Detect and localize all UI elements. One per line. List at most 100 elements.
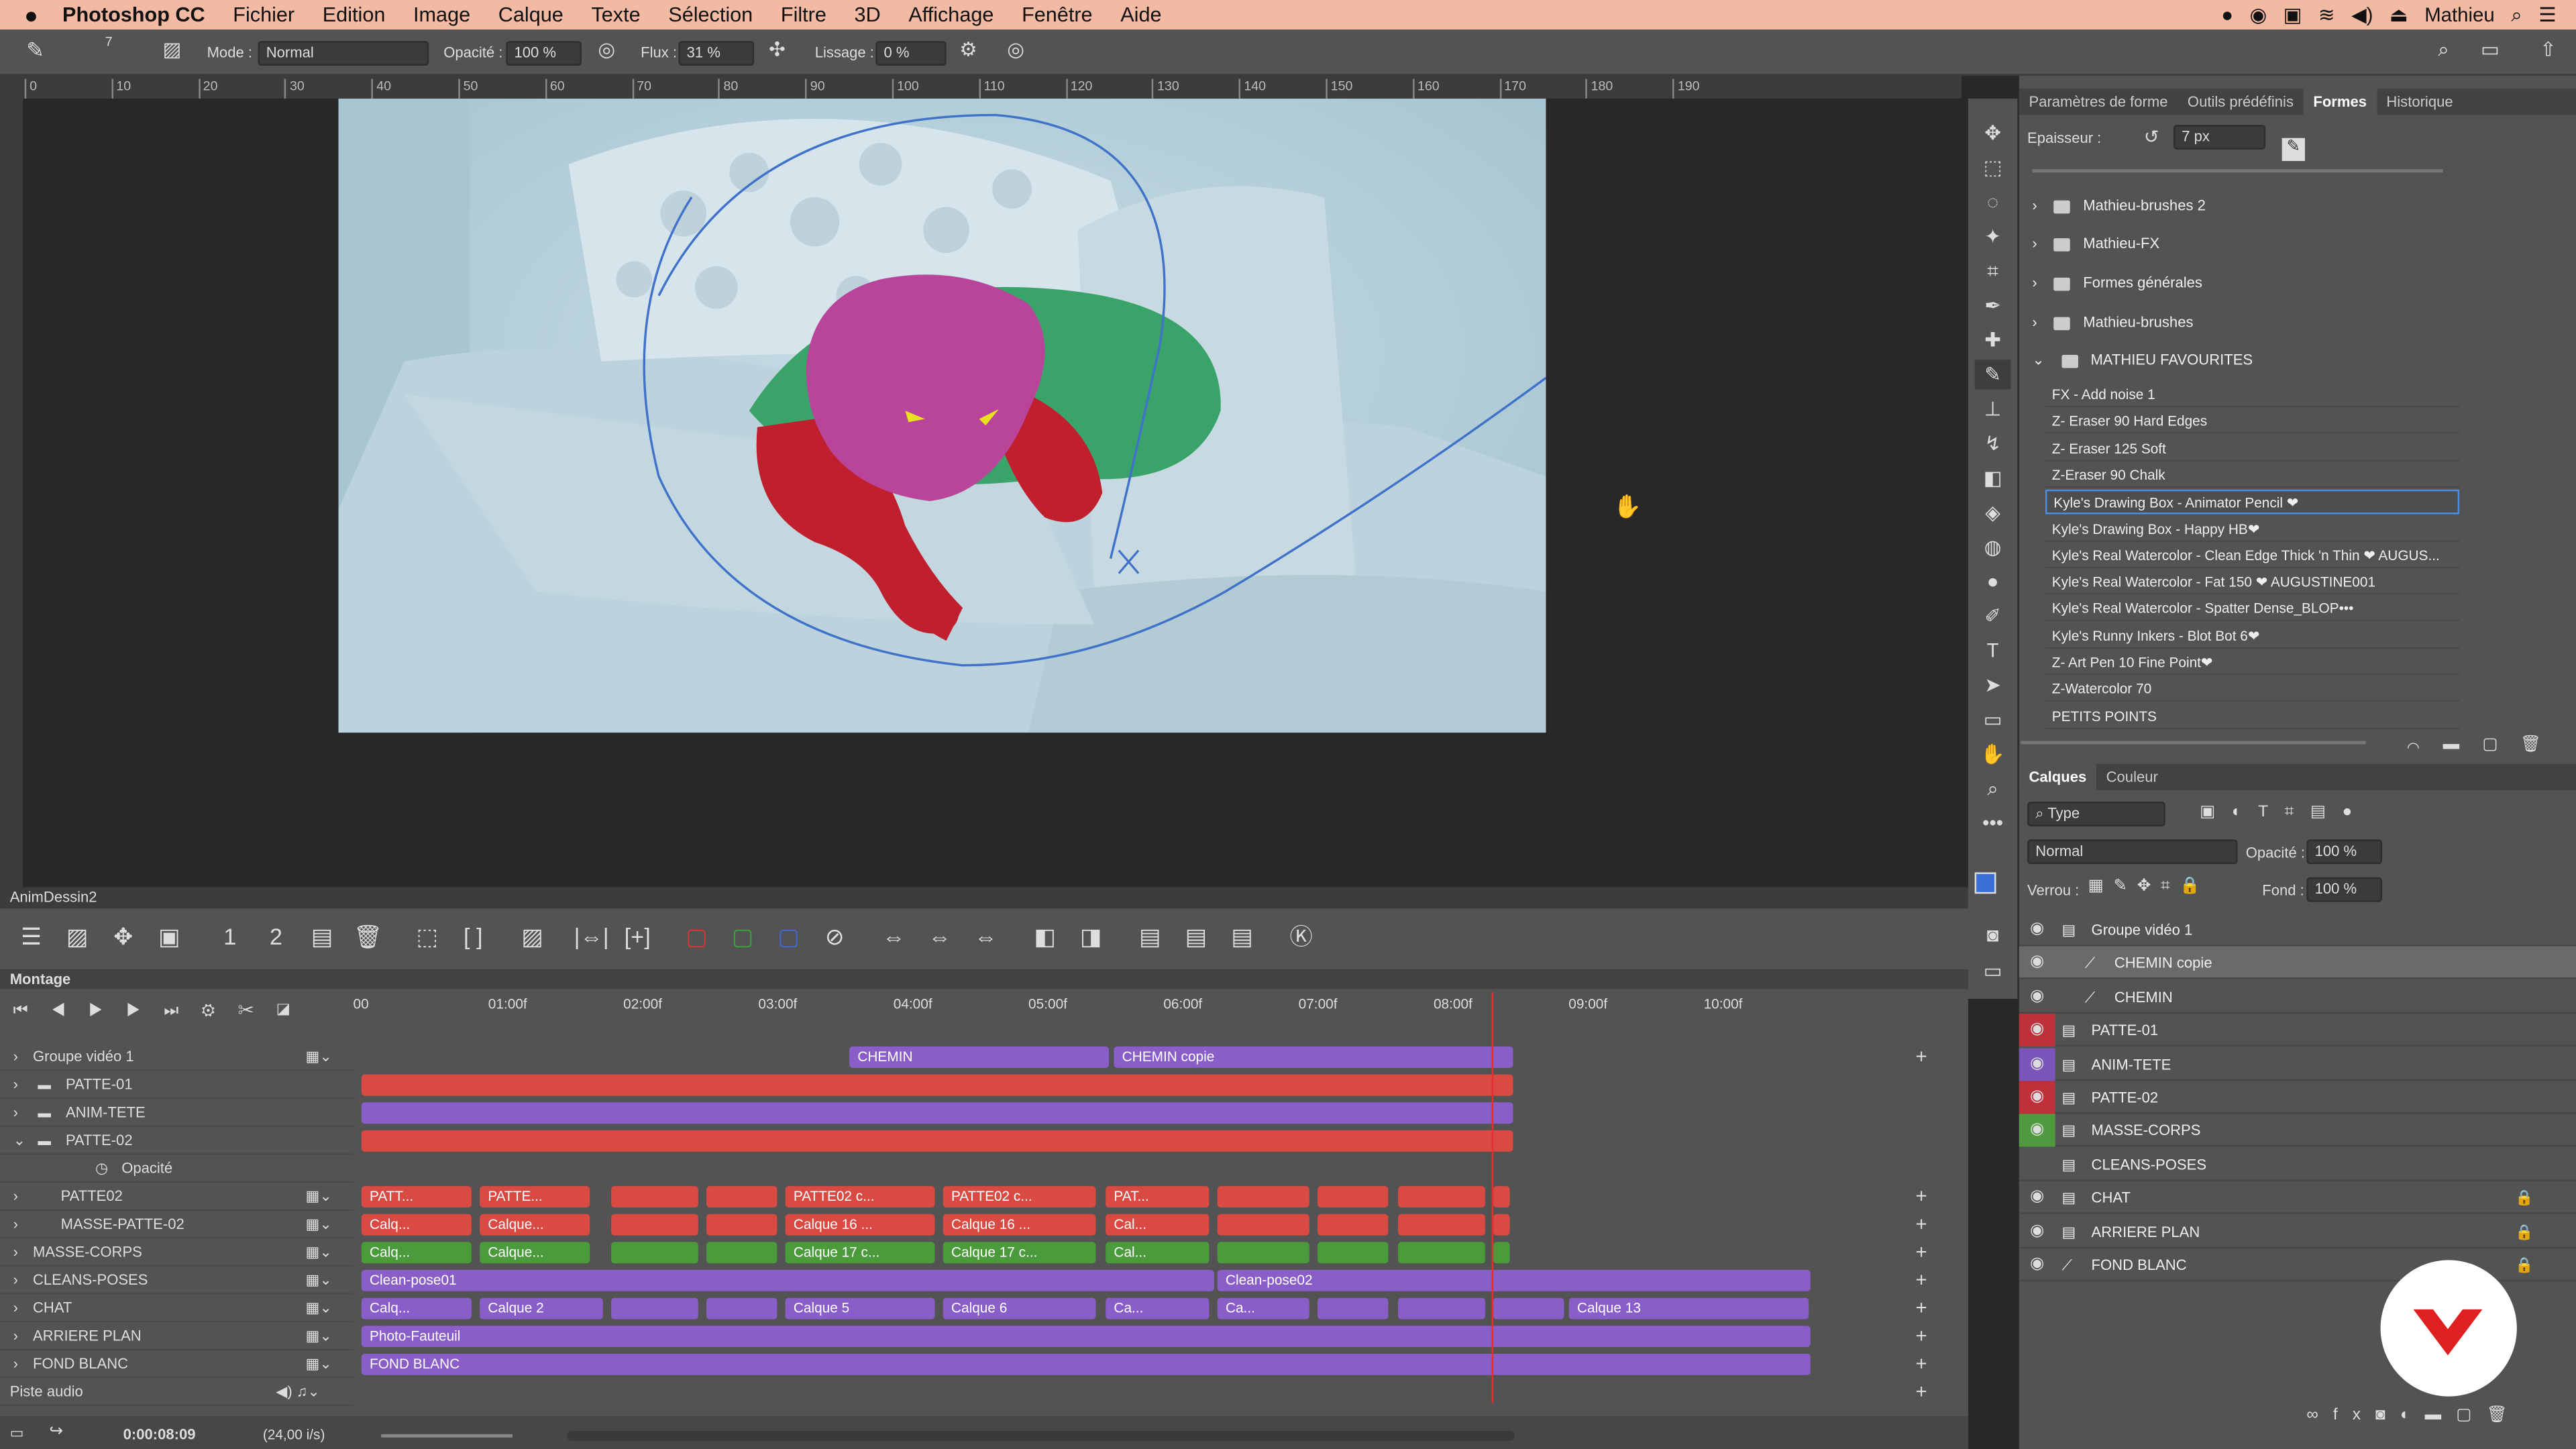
history-brush-icon[interactable]: ↯ [1975, 429, 2011, 458]
wifi-icon[interactable]: ≋ [2318, 3, 2335, 26]
brush-preset-item[interactable]: Kyle's Real Watercolor - Clean Edge Thic… [2045, 543, 2460, 568]
chevron-right-icon[interactable]: › [13, 1267, 18, 1295]
layer-row[interactable]: ◉ ▤ ANIM-TETE [2019, 1047, 2576, 1081]
chevron-right-icon[interactable]: › [13, 1350, 18, 1379]
brush-preset-item[interactable]: FX - Add noise 1 [2045, 383, 2460, 408]
add-icon[interactable]: + [1916, 1322, 1927, 1350]
chevron-right-icon[interactable]: › [13, 1211, 18, 1239]
brush-preset-item[interactable]: Kyle's Drawing Box - Animator Pencil ❤ [2045, 490, 2460, 515]
frame-clip[interactable] [1318, 1242, 1389, 1264]
frame-clip[interactable]: Calq... [361, 1242, 472, 1264]
blend-mode-select[interactable]: Normal [2027, 839, 2238, 865]
visibility-eye-icon[interactable]: ◉ [2019, 981, 2055, 1014]
document-canvas[interactable] [338, 98, 1546, 733]
menu-selection[interactable]: Sélection [668, 3, 753, 26]
apple-icon[interactable]: ● [0, 1, 62, 28]
layer-row[interactable]: ◉ ▤ MASSE-CORPS [2019, 1114, 2576, 1148]
time-ruler[interactable]: 00 01:00f 02:00f 03:00f 04:00f 05:00f 06:00f 07… [353, 992, 1906, 1019]
brush-folder[interactable]: › Mathieu-brushes [2032, 304, 2558, 340]
chevron-right-icon[interactable]: › [13, 1183, 18, 1211]
frame-clip[interactable] [1493, 1242, 1510, 1264]
preview-slider[interactable] [2021, 741, 2366, 745]
timeline-track[interactable]: › CLEANS-POSES ▦⌄ + [0, 1267, 1927, 1295]
timeline-tool-icon[interactable]: ⇔ [967, 920, 1004, 953]
timeline-tool-icon[interactable]: ⇔ [922, 920, 958, 953]
brush-size[interactable]: 7 [105, 34, 113, 49]
add-icon[interactable]: + [1916, 1239, 1927, 1267]
status-icon[interactable]: ◉ [2249, 3, 2267, 26]
clip-clean-pose01[interactable]: Clean-pose01 [361, 1270, 1214, 1291]
timeline-track[interactable]: › PATTE02 ▦⌄ + [0, 1183, 1927, 1211]
menu-filtre[interactable]: Filtre [781, 3, 826, 26]
visibility-eye-icon[interactable] [2019, 1148, 2055, 1181]
search-icon[interactable]: ⌕ [2511, 3, 2522, 28]
shape-tool-icon[interactable]: ▭ [1975, 705, 2011, 735]
frame-clip[interactable] [1318, 1186, 1389, 1208]
chevron-down-icon[interactable]: ⌄ [13, 1127, 25, 1155]
visibility-eye-icon[interactable]: ◉ [2019, 1181, 2055, 1214]
clip-photo-fauteuil[interactable]: Photo-Fauteuil [361, 1326, 1811, 1348]
user-name[interactable]: Mathieu [2424, 3, 2495, 26]
type-tool-icon[interactable]: T [1975, 636, 2011, 665]
timeline-tool-icon[interactable]: [+] [619, 920, 655, 953]
clip-fond-blanc[interactable]: FOND BLANC [361, 1353, 1811, 1375]
stamp-tool-icon[interactable]: ⊥ [1975, 394, 2011, 424]
layer-row[interactable]: ◉ ▤ Groupe vidéo 1 [2019, 914, 2576, 947]
chevron-right-icon[interactable]: › [13, 1239, 18, 1267]
frame-clip[interactable] [611, 1186, 698, 1208]
tab-tool-presets[interactable]: Outils prédéfinis [2178, 89, 2303, 115]
film-icon[interactable]: ▦⌄ [306, 1043, 332, 1071]
frame-clip[interactable] [706, 1297, 777, 1320]
crop-tool-icon[interactable]: ⌗ [1975, 256, 2011, 286]
playback-controls[interactable]: ⏮◀▶▶⏭⚙✂◪ [13, 1002, 313, 1020]
status-icon[interactable]: ▣ [2284, 3, 2302, 26]
layer-row[interactable]: ◉ ▤ PATTE-01 [2019, 1014, 2576, 1047]
visibility-eye-icon[interactable]: ◉ [2019, 947, 2055, 980]
timeline-tool-icon[interactable]: ▤ [1178, 920, 1214, 953]
frame-clip[interactable]: Calque 16 ... [943, 1214, 1096, 1236]
film-icon[interactable]: ▦⌄ [306, 1211, 332, 1239]
pen-tool-icon[interactable]: ✐ [1975, 601, 2011, 631]
menu-image[interactable]: Image [413, 3, 470, 26]
hand-tool-icon[interactable]: ✋ [1975, 739, 2011, 769]
frame-clip[interactable]: Cal... [1106, 1242, 1210, 1264]
visibility-eye-icon[interactable]: ◉ [2019, 1014, 2055, 1047]
new-brush-icon[interactable]: ▢ [2482, 736, 2498, 754]
folder-icon[interactable]: ▬ [2443, 736, 2459, 754]
reset-icon[interactable]: ↺ [2144, 127, 2159, 148]
frame-clip[interactable]: Calque 17 c... [943, 1242, 1096, 1264]
timeline-tool-icon[interactable]: ▢ [771, 920, 807, 953]
timeline-tool-icon[interactable]: ◨ [1073, 920, 1109, 953]
film-icon[interactable]: ▦⌄ [306, 1350, 332, 1379]
quick-mask-icon[interactable]: ◙ [1975, 920, 2011, 949]
timeline-tool-icon[interactable]: ▣ [151, 920, 187, 953]
clip-chemin-copie[interactable]: CHEMIN copie [1114, 1046, 1513, 1068]
menu-fenetre[interactable]: Fenêtre [1022, 3, 1093, 26]
clip-clean-pose02[interactable]: Clean-pose02 [1217, 1270, 1811, 1291]
timeline-tool-icon[interactable]: ✥ [105, 920, 142, 953]
menu-list-icon[interactable]: ☰ [2538, 3, 2556, 26]
timeline-tool-icon[interactable]: [ ] [455, 920, 491, 953]
frame-clip[interactable] [611, 1214, 698, 1236]
brush-preset-item[interactable]: Z-Watercolor 70 [2045, 678, 2460, 702]
chevron-right-icon[interactable]: › [13, 1071, 18, 1099]
timeline-tool-icon[interactable]: ◧ [1027, 920, 1063, 953]
layer-row[interactable]: ◉ ▤ PATTE-02 [2019, 1081, 2576, 1114]
brush-preset-item[interactable]: Kyle's Drawing Box - Happy HB❤ [2045, 517, 2460, 541]
menu-texte[interactable]: Texte [591, 3, 640, 26]
visibility-eye-icon[interactable]: ◉ [2019, 914, 2055, 947]
magic-wand-icon[interactable]: ✦ [1975, 222, 2011, 252]
frame-clip[interactable]: PATTE02 c... [943, 1186, 1096, 1208]
eyedropper-icon[interactable]: ✒ [1975, 290, 2011, 320]
brush-folder-open[interactable]: ⌄ MATHIEU FAVOURITES [2032, 341, 2558, 378]
gear-icon[interactable]: ⚙ [959, 38, 977, 60]
path-select-icon[interactable]: ➤ [1975, 670, 2011, 700]
brush-folder[interactable]: › Mathieu-brushes 2 [2032, 187, 2558, 223]
timeline-track[interactable]: ⌄ ▬ PATTE-02 [0, 1127, 354, 1155]
frame-clip[interactable]: PAT... [1106, 1186, 1210, 1208]
film-icon[interactable]: ▦⌄ [306, 1295, 332, 1323]
workspace-icon[interactable]: ▭ [2481, 38, 2500, 60]
brush-folder[interactable]: › Mathieu-FX [2032, 225, 2558, 262]
chevron-right-icon[interactable]: › [13, 1322, 18, 1350]
brush-folder[interactable]: › Formes générales [2032, 264, 2558, 301]
